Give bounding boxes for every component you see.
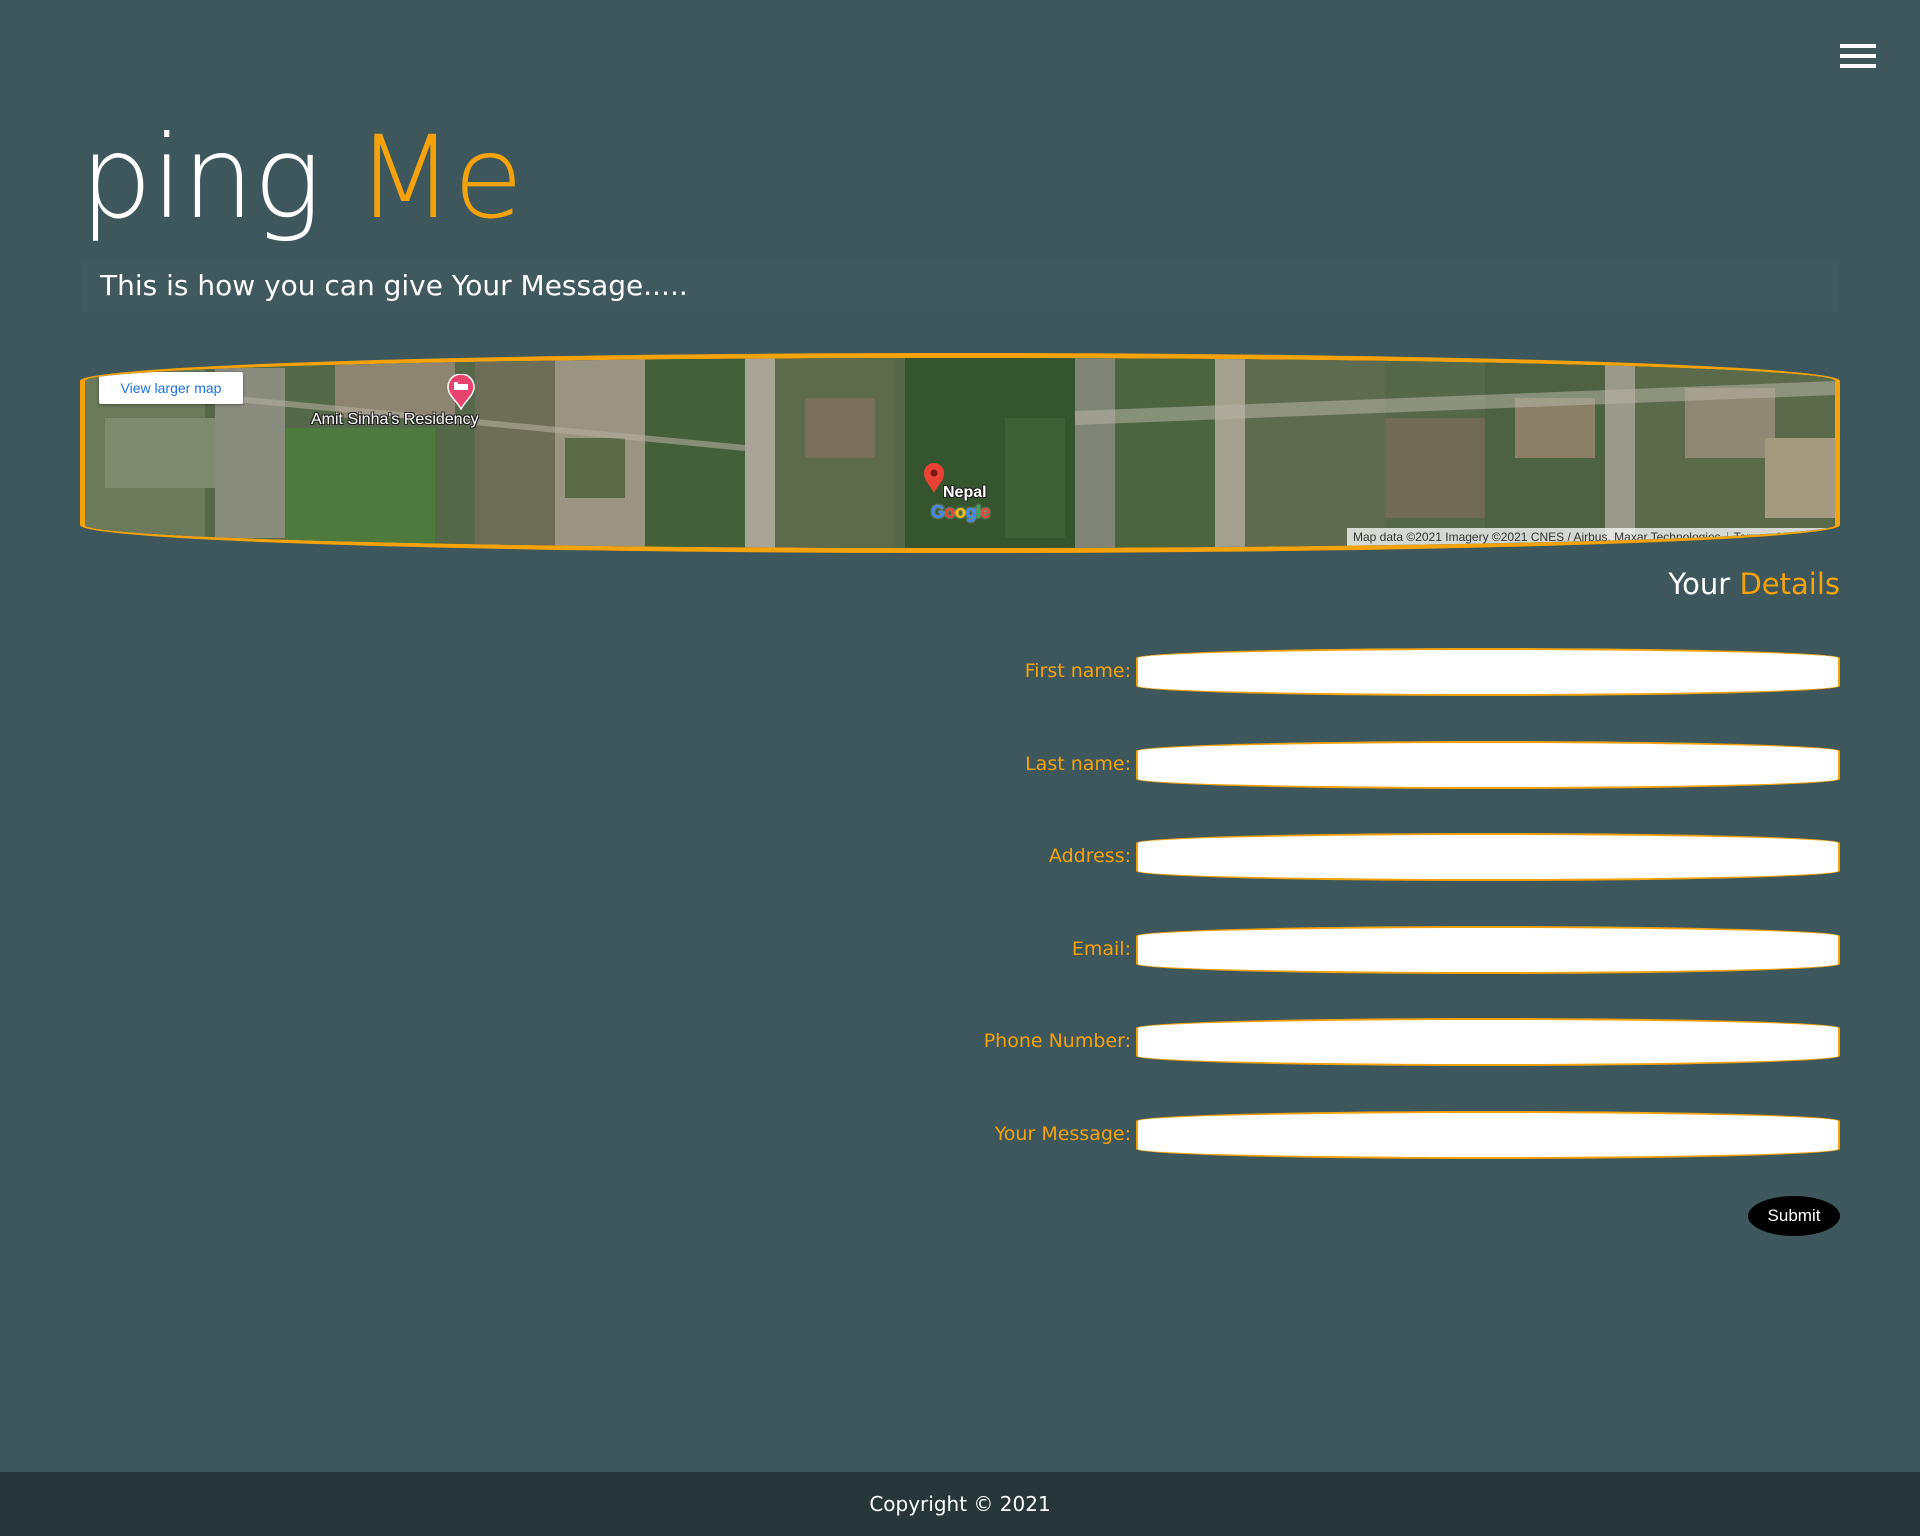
last-name-input[interactable] xyxy=(1136,741,1840,789)
terms-of-use-link[interactable]: Terms of Use xyxy=(1734,530,1805,544)
brand-word-ping: ping xyxy=(80,111,322,244)
your-message-label: Your Message: xyxy=(994,1123,1131,1145)
details-title-word-your: Your xyxy=(1668,567,1731,601)
site-logo: ping Me xyxy=(80,108,523,248)
google-logo: Google xyxy=(931,502,991,522)
footer: Copyright © 2021 xyxy=(0,1472,1920,1536)
email-input[interactable] xyxy=(1136,926,1840,974)
view-larger-map-link[interactable]: View larger map xyxy=(99,372,243,404)
place-label-amit-sinhas-residency[interactable]: Amit Sinha's Residency xyxy=(311,411,479,429)
address-label: Address: xyxy=(1048,845,1131,867)
map-data-credit: Map data ©2021 Imagery ©2021 CNES / Airb… xyxy=(1353,530,1721,544)
first-name-input[interactable] xyxy=(1136,648,1840,696)
red-location-pin-icon[interactable] xyxy=(923,462,945,494)
phone-number-label: Phone Number: xyxy=(983,1030,1131,1052)
brand-word-me: Me xyxy=(355,111,523,244)
menu-bar xyxy=(1840,64,1876,68)
details-section-title: Your Details xyxy=(1600,560,1840,608)
embedded-map[interactable]: View larger map Amit Sinha's Residency N… xyxy=(80,353,1840,553)
address-input[interactable] xyxy=(1136,833,1840,881)
your-message-input[interactable] xyxy=(1136,1111,1840,1159)
phone-number-input[interactable] xyxy=(1136,1018,1840,1066)
email-label: Email: xyxy=(1071,938,1131,960)
first-name-label: First name: xyxy=(1024,660,1131,682)
hamburger-menu-icon[interactable] xyxy=(1840,42,1876,70)
attribution-divider xyxy=(1726,531,1728,544)
details-title-word-details: Details xyxy=(1739,567,1840,601)
menu-bar xyxy=(1840,44,1876,48)
submit-button[interactable]: Submit xyxy=(1748,1196,1840,1236)
last-name-label: Last name: xyxy=(1025,753,1131,775)
place-label-nepal[interactable]: Nepal xyxy=(943,484,987,502)
copyright-text: Copyright © 2021 xyxy=(869,1492,1051,1516)
menu-bar xyxy=(1840,54,1876,58)
page-tagline: This is how you can give Your Message...… xyxy=(81,260,1839,312)
map-attribution: Map data ©2021 Imagery ©2021 CNES / Airb… xyxy=(1347,528,1829,546)
hotel-pin-icon[interactable] xyxy=(445,374,477,410)
